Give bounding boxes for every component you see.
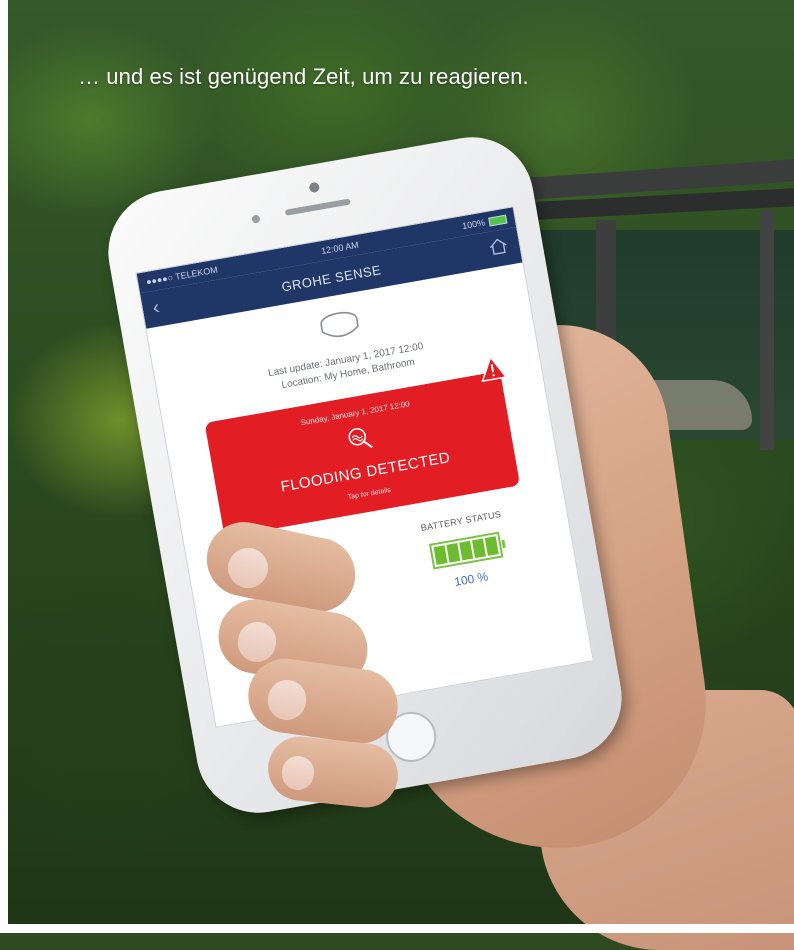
battery-cell [433,545,448,565]
pergola-post [760,210,774,450]
battery-icon [488,214,508,227]
battery-cell [471,538,486,559]
front-camera [308,181,321,194]
earpiece-speaker [284,198,351,216]
battery-label: BATTERY STATUS [419,509,502,534]
battery-cell [459,540,474,561]
water-search-icon [348,427,373,449]
chevron-left-icon[interactable]: ‹ [151,296,162,320]
clock: 12:00 AM [320,239,360,257]
battery-status: BATTERY STATUS 100 % [386,503,546,599]
frame-border [0,924,794,933]
battery-cell [446,543,461,563]
home-icon[interactable] [488,237,509,256]
frame-border [0,0,8,933]
battery-percentage: 100 % [453,569,490,589]
sensor-device-icon [320,311,359,338]
nav-title: GROHE SENSE [280,261,383,295]
battery-level-icon [428,531,504,570]
caption-text: … und es ist genügend Zeit, um zu reagie… [78,64,529,89]
proximity-sensor [251,214,261,224]
battery-cell [484,536,499,556]
